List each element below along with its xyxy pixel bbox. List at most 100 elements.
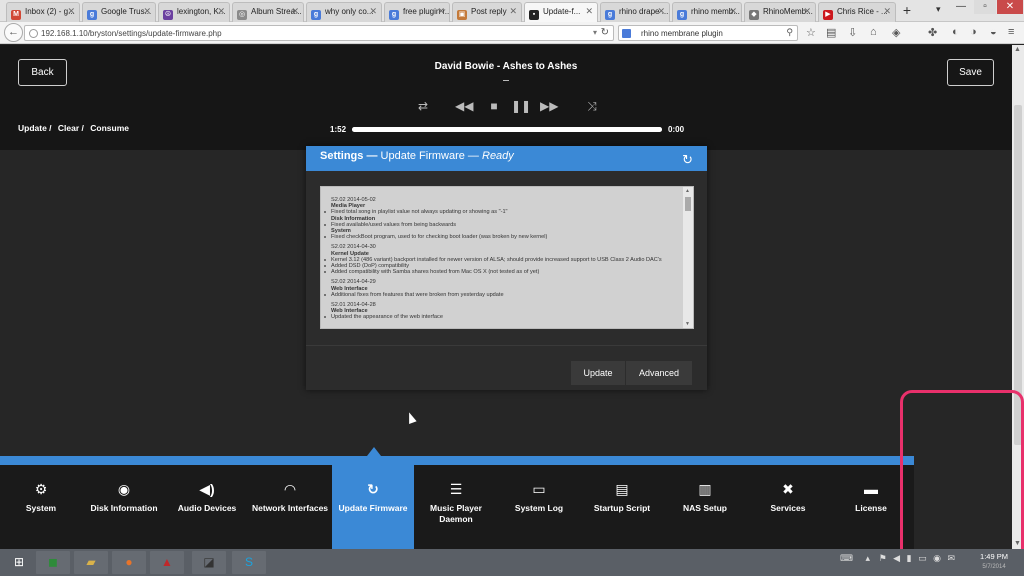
dropdown-icon[interactable]: ▾: [593, 28, 597, 37]
browser-tab[interactable]: ☮ lexington, K... ✕: [158, 2, 230, 22]
browser-tab[interactable]: ▣ Post reply ✕: [452, 2, 522, 22]
tab-title: Post reply: [471, 7, 507, 16]
firefox-icon[interactable]: ●: [112, 551, 146, 574]
puzzle-icon[interactable]: ✤: [928, 26, 937, 39]
refresh-icon[interactable]: ↻: [682, 149, 693, 170]
close-tab-icon[interactable]: ✕: [369, 6, 377, 17]
close-tab-icon[interactable]: ✕: [143, 6, 151, 17]
update-link[interactable]: Update /: [18, 123, 52, 133]
repeat-icon[interactable]: ⇄: [414, 99, 432, 113]
browser-tab[interactable]: ◎ Album Strea... ✕: [232, 2, 304, 22]
close-tab-icon[interactable]: ✕: [67, 6, 75, 17]
battery-icon[interactable]: ▭: [918, 553, 927, 563]
browser-tab[interactable]: ◆ RhinoMemb... ✕: [744, 2, 816, 22]
mail-icon[interactable]: ✉: [947, 553, 955, 563]
browser-tab[interactable]: g rhino memb... ✕: [672, 2, 742, 22]
youtube-icon: ▶: [823, 10, 833, 20]
search-input[interactable]: rhino membrane plugin ⚲: [618, 25, 798, 41]
annotation-highlight-box: [900, 390, 1024, 569]
star-icon[interactable]: ☆: [806, 26, 816, 39]
menu-item-audio-devices[interactable]: ◀) Audio Devices: [166, 465, 248, 549]
changelog-scroll-thumb[interactable]: [685, 197, 691, 211]
maximize-icon[interactable]: ▫: [974, 0, 996, 14]
close-tab-icon[interactable]: ✕: [657, 6, 665, 17]
previous-icon[interactable]: ◀◀: [455, 99, 473, 113]
mouse-cursor: [405, 410, 417, 425]
close-tab-icon[interactable]: ✕: [437, 6, 445, 17]
minimize-icon[interactable]: —: [950, 0, 972, 14]
close-tab-icon[interactable]: ✕: [217, 6, 225, 17]
next-icon[interactable]: ▶▶: [540, 99, 558, 113]
download-icon[interactable]: ⇩: [848, 26, 857, 39]
tab-list-chevron-icon[interactable]: ▾: [936, 4, 941, 15]
close-tab-icon[interactable]: ✕: [585, 6, 593, 17]
hamburger-menu-icon[interactable]: ≡: [1008, 26, 1014, 38]
home-icon[interactable]: ⌂: [870, 26, 877, 38]
windows-taskbar: ⌨ ▴ ⚑ ◀ ▮ ▭ ◉ ✉ 1:49 PM 5/7/2014 ⊞ ◼ ▰ ● ▲ ◪ S: [0, 549, 1024, 576]
changelog-scrollbar[interactable]: ▲ ▼: [683, 187, 693, 328]
changelog-item: Fixed available/used values from being b…: [324, 222, 683, 228]
new-tab-button[interactable]: +: [898, 2, 916, 20]
menu-accent-bar: [0, 456, 914, 465]
tray-chevron-icon[interactable]: ▴: [866, 553, 871, 563]
shuffle-icon[interactable]: ⤨: [583, 99, 601, 113]
pause-icon[interactable]: ❚❚: [511, 99, 531, 113]
scroll-up-icon[interactable]: ▲: [1014, 46, 1021, 53]
store-icon[interactable]: ◼: [36, 551, 70, 574]
close-tab-icon[interactable]: ✕: [803, 6, 811, 17]
clock[interactable]: 1:49 PM 5/7/2014: [968, 552, 1020, 572]
changelog-textarea[interactable]: S2.02 2014-05-02 Media Player Fixed total …: [320, 186, 694, 329]
clear-link[interactable]: Clear /: [58, 123, 84, 133]
keyboard-icon[interactable]: ⌨: [840, 553, 853, 563]
clipboard-icon[interactable]: ▤: [826, 26, 836, 39]
menu-item-network-interfaces[interactable]: ◠ Network Interfaces: [249, 465, 331, 549]
magnifier-icon[interactable]: ⚲: [786, 27, 793, 38]
browser-tab[interactable]: g why only co... ✕: [306, 2, 382, 22]
browser-tab[interactable]: ▶ Chris Rice - ... ✕: [818, 2, 896, 22]
update-button[interactable]: Update: [571, 361, 625, 385]
browser-back-icon[interactable]: ←: [4, 23, 23, 42]
network-icon[interactable]: ▮: [907, 553, 912, 563]
sync-icon[interactable]: ◑: [970, 26, 977, 38]
acrobat-icon[interactable]: ▲: [150, 551, 184, 574]
browser-tab[interactable]: g free plugin r... ✕: [384, 2, 450, 22]
flag-icon[interactable]: ⚑: [879, 553, 887, 563]
menu-item-system[interactable]: ⚙ System: [0, 465, 82, 549]
skype-icon[interactable]: S: [232, 551, 266, 574]
menu-item-startup-script[interactable]: ▤ Startup Script: [581, 465, 663, 549]
close-tab-icon[interactable]: ✕: [729, 6, 737, 17]
folder-icon[interactable]: ▰: [74, 551, 108, 574]
menu-item-system-log[interactable]: ▭ System Log: [498, 465, 580, 549]
address-bar[interactable]: 192.168.1.10/bryston/settings/update-fir…: [24, 25, 614, 41]
file-icon: ▤: [615, 481, 629, 497]
ghost-icon[interactable]: ◒: [990, 26, 997, 38]
dialog-status: Ready: [482, 150, 514, 162]
extension-icon[interactable]: ◐: [952, 26, 959, 38]
tab-title: Chris Rice - ...: [837, 7, 888, 16]
mixer-icon[interactable]: ◪: [192, 551, 226, 574]
start-icon[interactable]: ⊞: [2, 551, 36, 574]
consume-link[interactable]: Consume: [90, 123, 129, 133]
close-tab-icon[interactable]: ✕: [883, 6, 891, 17]
menu-item-disk-information[interactable]: ◉ Disk Information: [83, 465, 165, 549]
progress-bar[interactable]: [352, 127, 662, 132]
app-tray-icon[interactable]: ◉: [933, 553, 941, 563]
menu-item-services[interactable]: ✖ Services: [747, 465, 829, 549]
browser-tab[interactable]: M Inbox (2) - g... ✕: [6, 2, 80, 22]
scroll-up-icon[interactable]: ▲: [685, 188, 690, 194]
advanced-button[interactable]: Advanced: [626, 361, 692, 385]
menu-item-nas-setup[interactable]: ▥ NAS Setup: [664, 465, 746, 549]
volume-icon[interactable]: ◀: [893, 553, 900, 563]
browser-tab[interactable]: ▪ Update-f... ✕: [524, 2, 598, 22]
scroll-down-icon[interactable]: ▼: [685, 321, 690, 327]
browser-tab[interactable]: g rhino drape ... ✕: [600, 2, 670, 22]
close-tab-icon[interactable]: ✕: [291, 6, 299, 17]
close-window-icon[interactable]: ✕: [997, 0, 1023, 14]
stop-icon[interactable]: ■: [485, 99, 503, 113]
menu-item-music-player-daemon[interactable]: ☰ Music Player Daemon: [415, 465, 497, 549]
reload-icon[interactable]: ↻: [601, 27, 609, 38]
menu-item-update-firmware[interactable]: ↻ Update Firmware: [332, 465, 414, 549]
close-tab-icon[interactable]: ✕: [509, 6, 517, 17]
browser-tab[interactable]: g Google Trus... ✕: [82, 2, 156, 22]
addon-icon[interactable]: ◈: [892, 26, 900, 39]
